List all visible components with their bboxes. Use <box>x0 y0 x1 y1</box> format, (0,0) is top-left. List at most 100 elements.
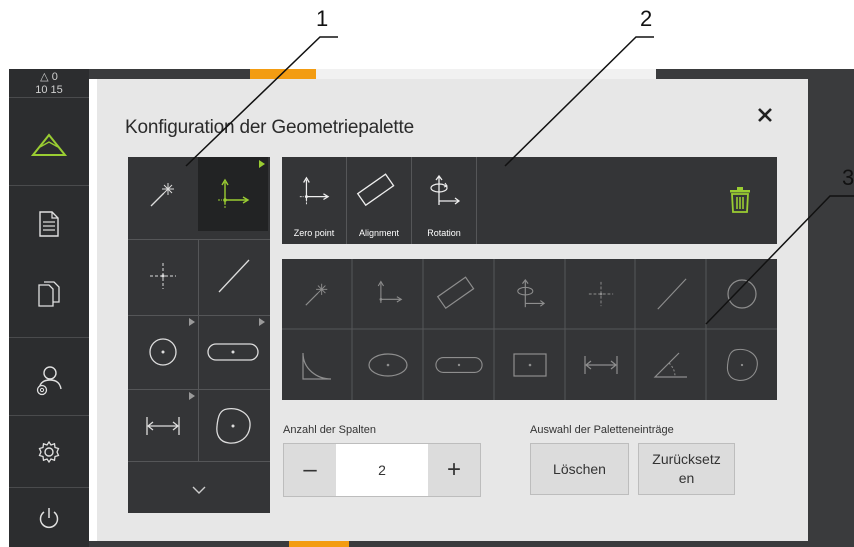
circle-icon <box>727 279 757 309</box>
group-divider <box>476 157 477 244</box>
rectangle-icon <box>513 353 547 377</box>
background-strip <box>316 69 656 79</box>
sidebar-divider <box>9 415 89 416</box>
entry-point[interactable] <box>566 259 636 329</box>
magic-wand-icon <box>305 283 328 306</box>
line-icon <box>657 278 687 310</box>
ellipse-icon <box>368 353 408 377</box>
rotation-icon <box>430 174 461 205</box>
sidebar-item-measure[interactable] <box>9 109 89 181</box>
group-item-rotation[interactable]: Rotation <box>412 157 476 244</box>
sidebar-item-report[interactable] <box>9 189 89 259</box>
rotation-icon <box>517 278 546 308</box>
entry-distance[interactable] <box>566 330 636 400</box>
files-icon <box>38 281 60 307</box>
status-time: 10 15 <box>35 84 63 96</box>
entry-line[interactable] <box>636 259 706 329</box>
status-delta: △ 0 <box>40 71 58 83</box>
sidebar-item-power[interactable] <box>9 489 89 547</box>
background-bottom-strip <box>89 541 808 547</box>
circle-icon <box>149 338 177 366</box>
columns-stepper: – 2 + <box>283 443 481 497</box>
zero-point-icon <box>377 280 403 303</box>
entry-slot[interactable] <box>424 330 494 400</box>
slot-icon <box>207 343 259 361</box>
close-button[interactable] <box>753 103 777 127</box>
background-right-strip <box>808 79 854 547</box>
group-item-icon <box>282 163 346 219</box>
submenu-indicator <box>189 392 195 400</box>
entry-arc[interactable] <box>282 330 352 400</box>
palette-divider <box>128 315 270 316</box>
chevron-down-icon <box>192 486 206 494</box>
user-settings-icon <box>36 366 62 396</box>
selection-label: Auswahl der Paletteneinträge <box>530 424 674 436</box>
sidebar-divider <box>9 487 89 488</box>
status-area: △ 0 10 15 <box>9 71 89 97</box>
entry-rotation[interactable] <box>495 259 565 329</box>
columns-value[interactable]: 2 <box>336 444 428 496</box>
distance-icon <box>146 417 180 435</box>
palette-divider <box>128 389 270 390</box>
palette-item-slot[interactable] <box>198 315 268 389</box>
palette-item-distance[interactable] <box>128 389 198 463</box>
sidebar-divider <box>9 185 89 186</box>
screen: △ 0 10 15 Konfiguration der Geometriepal… <box>0 0 854 547</box>
entry-rectangle[interactable] <box>495 330 565 400</box>
entry-angle[interactable] <box>636 330 706 400</box>
callout-3: 3 <box>842 165 854 190</box>
entry-ellipse[interactable] <box>353 330 423 400</box>
all-entries-grid <box>282 259 777 400</box>
close-icon <box>758 108 772 122</box>
sidebar-divider <box>9 97 89 98</box>
settings-icon <box>38 440 60 464</box>
entry-circle[interactable] <box>707 259 777 329</box>
angle-icon <box>653 352 687 378</box>
distance-icon <box>584 356 618 374</box>
columns-increase-button[interactable]: + <box>428 444 480 496</box>
palette-divider <box>128 461 270 462</box>
sidebar-item-files[interactable] <box>9 259 89 329</box>
palette-scroll-down[interactable] <box>188 483 210 497</box>
columns-label: Anzahl der Spalten <box>283 424 376 436</box>
callout-1: 1 <box>316 6 329 31</box>
palette-item-circle[interactable] <box>128 315 198 389</box>
group-item-icon <box>412 163 476 219</box>
background-top-bar <box>89 69 854 79</box>
point-icon <box>150 263 176 289</box>
sidebar-item-user[interactable] <box>9 345 89 417</box>
entry-freeform[interactable] <box>707 330 777 400</box>
palette-item-point[interactable] <box>128 239 198 313</box>
report-icon <box>39 211 59 237</box>
freeform-icon <box>726 348 758 381</box>
slot-icon <box>435 357 483 373</box>
entry-magic-wand[interactable] <box>282 259 352 329</box>
submenu-indicator <box>259 318 265 326</box>
delete-group-button[interactable] <box>729 187 753 213</box>
entry-alignment[interactable] <box>424 259 494 329</box>
entry-zero-point[interactable] <box>353 259 423 329</box>
measure-triangle-icon <box>30 133 68 156</box>
palette-divider <box>198 239 199 461</box>
group-item-label: Alignment <box>358 228 400 238</box>
delete-entries-button[interactable]: Löschen <box>530 443 629 495</box>
palette-divider <box>128 239 270 240</box>
alignment-icon <box>436 276 475 310</box>
sidebar-item-settings[interactable] <box>9 417 89 487</box>
zero-point-icon <box>299 176 330 206</box>
reset-entries-button[interactable]: Zurücksetz en <box>638 443 735 495</box>
palette-item-freeform[interactable] <box>198 389 268 463</box>
selected-group-panel: Zero point Alignment Rotation <box>282 157 777 244</box>
palette-item-zero-point[interactable] <box>198 157 268 231</box>
palette-item-line[interactable] <box>198 239 268 313</box>
sidebar: △ 0 10 15 <box>9 69 89 547</box>
submenu-indicator <box>259 160 265 168</box>
dialog-title: Konfiguration der Geometriepalette <box>125 117 414 138</box>
group-item-zero-point[interactable]: Zero point <box>282 157 346 244</box>
zero-point-icon <box>218 178 250 209</box>
palette-item-magic-wand[interactable] <box>128 157 198 231</box>
group-item-label: Zero point <box>293 228 335 238</box>
columns-decrease-button[interactable]: – <box>284 444 336 496</box>
group-item-alignment[interactable]: Alignment <box>347 157 411 244</box>
alignment-icon <box>356 173 395 207</box>
